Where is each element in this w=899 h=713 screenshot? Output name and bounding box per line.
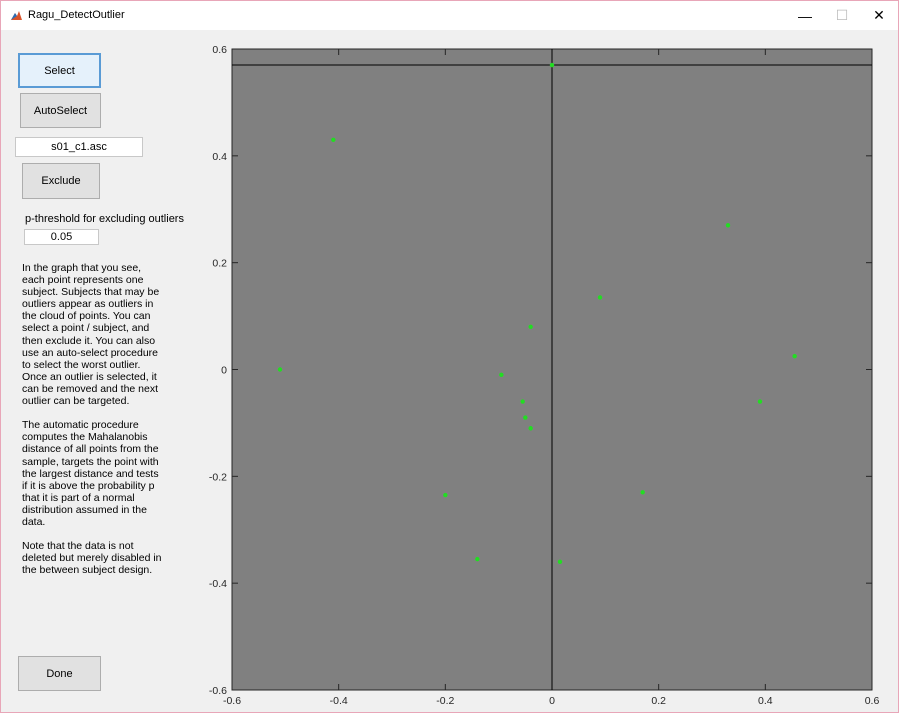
x-tick-label: -0.4: [330, 695, 348, 707]
app-window: Ragu_DetectOutlier — ☐ ✕ Select AutoSele…: [0, 0, 899, 713]
window-title: Ragu_DetectOutlier: [28, 9, 125, 21]
info-paragraph: In the graph that you see, each point re…: [22, 262, 160, 408]
title-bar: Ragu_DetectOutlier — ☐ ✕: [1, 1, 898, 30]
y-tick-label: 0.6: [212, 44, 227, 56]
autoselect-button[interactable]: AutoSelect: [20, 93, 101, 128]
data-point[interactable]: [757, 399, 763, 404]
x-tick-label: 0: [549, 695, 555, 707]
scatter-plot-svg[interactable]: -0.6 -0.4 -0.2 0 0.2 0.4 0.6 0.6 0.4 0.2 0 -0.2 -0.4…: [196, 41, 896, 711]
data-point[interactable]: [528, 324, 533, 329]
subject-field[interactable]: s01_c1.asc: [15, 137, 143, 157]
matlab-icon: [10, 9, 23, 22]
info-paragraph: The automatic procedure computes the Mah…: [22, 419, 159, 528]
y-tick-label: -0.6: [209, 685, 227, 697]
x-tick-label: 0.4: [758, 695, 773, 707]
info-paragraph: Note that the data is not deleted but me…: [22, 540, 162, 577]
data-point[interactable]: [499, 372, 504, 378]
data-point[interactable]: [640, 490, 645, 495]
data-point[interactable]: [528, 426, 533, 431]
y-tick-label: 0: [221, 365, 227, 377]
done-button[interactable]: Done: [18, 656, 101, 691]
y-tick-label: -0.4: [209, 578, 227, 590]
data-point[interactable]: [725, 223, 731, 228]
data-point[interactable]: [520, 399, 525, 404]
data-point[interactable]: [331, 137, 336, 143]
x-tick-label: 0.6: [865, 695, 880, 707]
data-point[interactable]: [597, 295, 603, 300]
y-tick-label: 0.4: [212, 151, 227, 163]
threshold-input[interactable]: 0.05: [24, 229, 99, 245]
y-tick-label: 0.2: [212, 258, 227, 270]
data-point[interactable]: [557, 559, 563, 564]
scatter-plot[interactable]: -0.6 -0.4 -0.2 0 0.2 0.4 0.6 0.6 0.4 0.2 0 -0.2 -0.4…: [196, 41, 896, 711]
threshold-label: p-threshold for excluding outliers: [25, 213, 184, 225]
select-button[interactable]: Select: [18, 53, 101, 88]
data-point[interactable]: [475, 556, 480, 562]
data-point[interactable]: [277, 367, 283, 372]
data-point[interactable]: [523, 415, 528, 420]
y-tick-label: -0.2: [209, 471, 227, 483]
x-tick-label: 0.2: [651, 695, 666, 707]
data-point[interactable]: [792, 353, 797, 359]
info-text: In the graph that you see, each point re…: [22, 262, 174, 589]
close-button[interactable]: ✕: [856, 1, 899, 30]
data-point[interactable]: [443, 492, 448, 498]
exclude-button[interactable]: Exclude: [22, 163, 100, 199]
data-point[interactable]: [549, 62, 555, 68]
x-tick-label: -0.2: [436, 695, 454, 707]
